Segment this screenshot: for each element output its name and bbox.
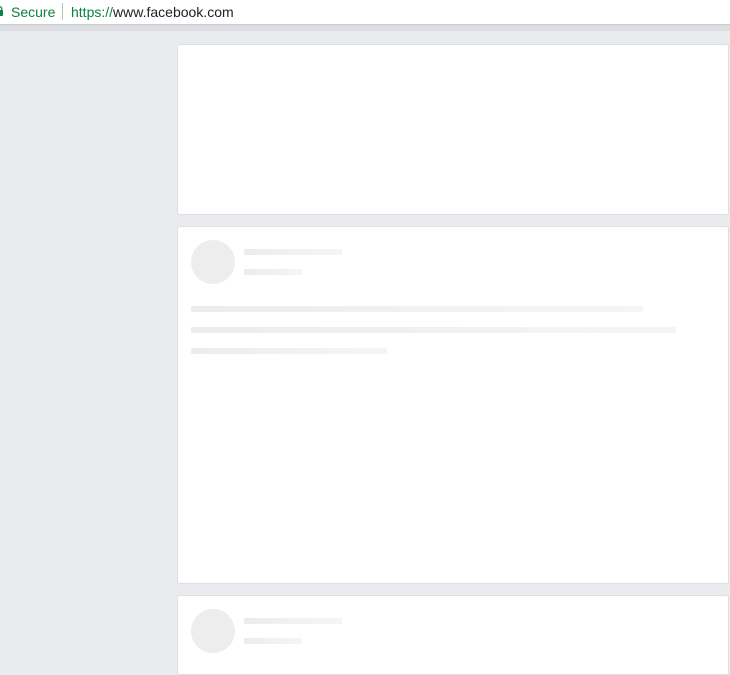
feed-post-placeholder	[177, 226, 729, 584]
author-name-placeholder	[244, 249, 342, 255]
post-text-line-placeholder	[191, 348, 387, 354]
author-name-placeholder	[244, 618, 342, 624]
avatar-placeholder	[191, 609, 235, 653]
address-bar[interactable]: Secure https://www.facebook.com	[0, 0, 730, 25]
url-scheme: https://	[71, 4, 114, 20]
feed-post-placeholder	[177, 595, 729, 675]
left-sidebar-placeholder	[0, 31, 176, 667]
composer-card-placeholder	[177, 44, 729, 215]
avatar-placeholder	[191, 240, 235, 284]
secure-label: Secure	[11, 4, 56, 20]
url-host: www.facebook.com	[113, 4, 234, 20]
address-bar-separator	[62, 3, 63, 20]
post-text-line-placeholder	[191, 327, 676, 333]
timestamp-placeholder	[244, 638, 302, 644]
post-text-line-placeholder	[191, 306, 643, 312]
url-text[interactable]: https://www.facebook.com	[71, 4, 234, 21]
lock-icon	[0, 6, 3, 16]
timestamp-placeholder	[244, 269, 302, 275]
